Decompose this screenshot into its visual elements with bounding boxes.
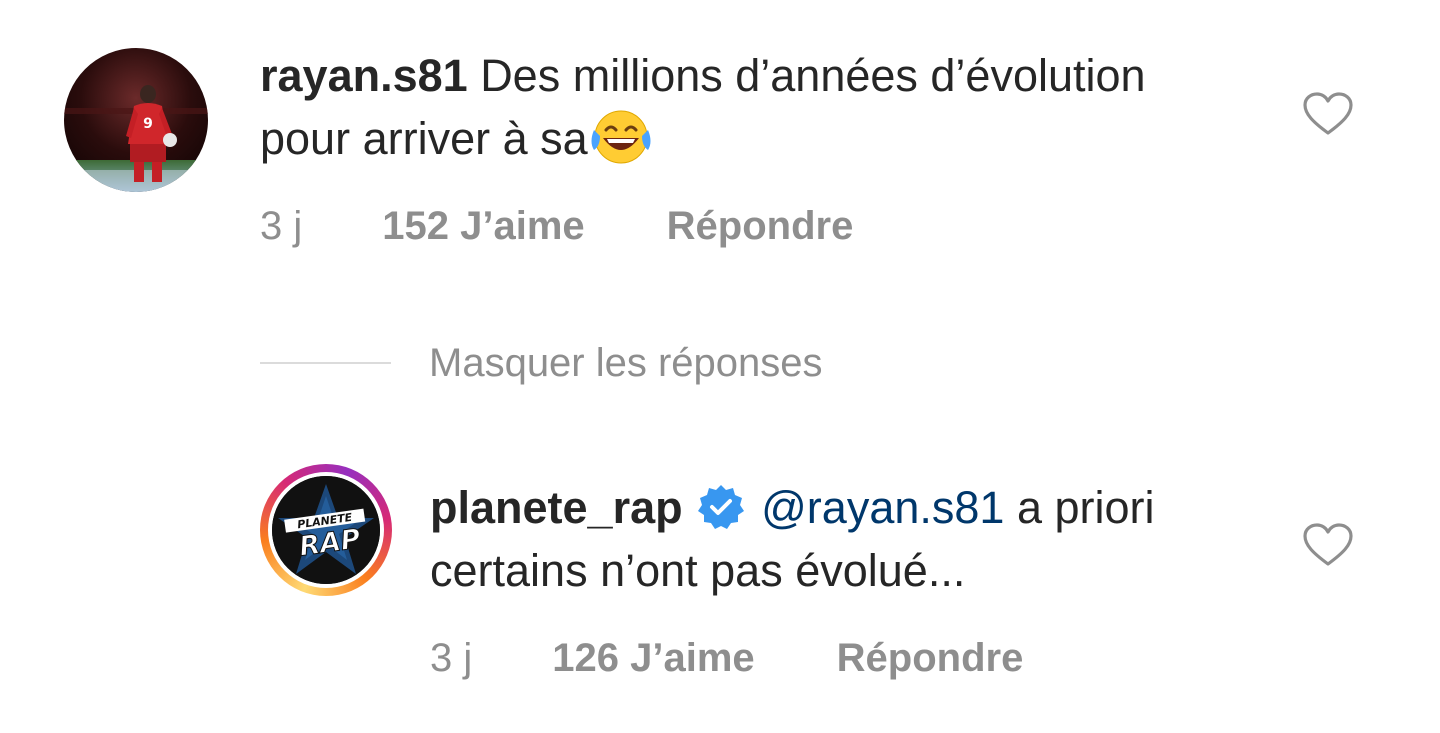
comment-1-likes[interactable]: 152 J’aime [382,204,584,249]
avatar-rayan-s81[interactable]: 9 [64,48,208,192]
comment-1-reply-button[interactable]: Répondre [667,204,854,249]
verified-badge-icon [697,485,744,529]
comment-2-time[interactable]: 3 j [430,636,472,681]
comment-1-time[interactable]: 3 j [260,204,302,249]
avatar-planete-rap[interactable]: PLANETE RAP [272,476,380,584]
planete-rap-logo: PLANETE RAP [272,476,380,584]
comment-2-likes[interactable]: 126 J’aime [552,636,754,681]
comment-1-meta: 3 j 152 J’aime Répondre [260,204,853,249]
comment-2-body: planete_rap @rayan.s81 a priori certains… [430,476,1290,602]
story-ring[interactable]: PLANETE RAP [260,464,392,596]
comment-2-mention[interactable]: @rayan.s81 [761,482,1004,533]
svg-text:9: 9 [143,116,153,132]
comment-2-reply-button[interactable]: Répondre [837,636,1024,681]
comment-2-username[interactable]: planete_rap [430,482,683,533]
heart-outline-icon[interactable] [1303,523,1353,567]
hide-replies-toggle[interactable]: Masquer les réponses [260,338,823,388]
divider-line [260,362,391,364]
comment-1-body: rayan.s81 Des millions d’années d’évolut… [260,44,1160,170]
heart-outline-icon[interactable] [1303,92,1353,136]
hide-replies-label[interactable]: Masquer les réponses [429,338,823,388]
face-with-tears-of-joy-icon [588,108,654,166]
comment-1-username[interactable]: rayan.s81 [260,50,468,101]
comment-2-meta: 3 j 126 J’aime Répondre [430,636,1023,681]
footballer-photo: 9 [64,48,208,192]
